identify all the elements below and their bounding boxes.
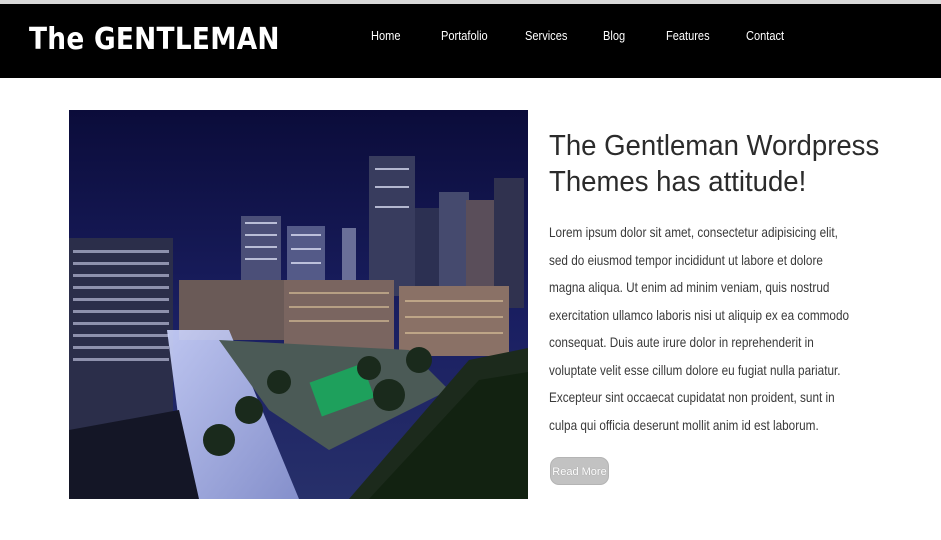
nav-item-features[interactable]: Features xyxy=(666,28,710,43)
hero-title: The Gentleman Wordpress Themes has attit… xyxy=(549,130,880,198)
nav-item-contact[interactable]: Contact xyxy=(746,28,784,43)
read-more-button[interactable]: Read More xyxy=(550,457,609,485)
nav-item-home[interactable]: Home xyxy=(371,28,400,43)
city-night-image xyxy=(69,110,528,499)
hero-description: Lorem ipsum dolor sit amet, consectetur … xyxy=(549,224,850,433)
city-skyline-illustration xyxy=(69,110,528,499)
nav-item-blog[interactable]: Blog xyxy=(603,28,625,43)
nav-item-services[interactable]: Services xyxy=(525,28,567,43)
nav-item-portfolio[interactable]: Portafolio xyxy=(441,28,488,43)
site-logo[interactable]: The GENTLEMAN xyxy=(29,22,280,57)
site-header: The GENTLEMAN Home Portafolio Services B… xyxy=(0,4,941,78)
